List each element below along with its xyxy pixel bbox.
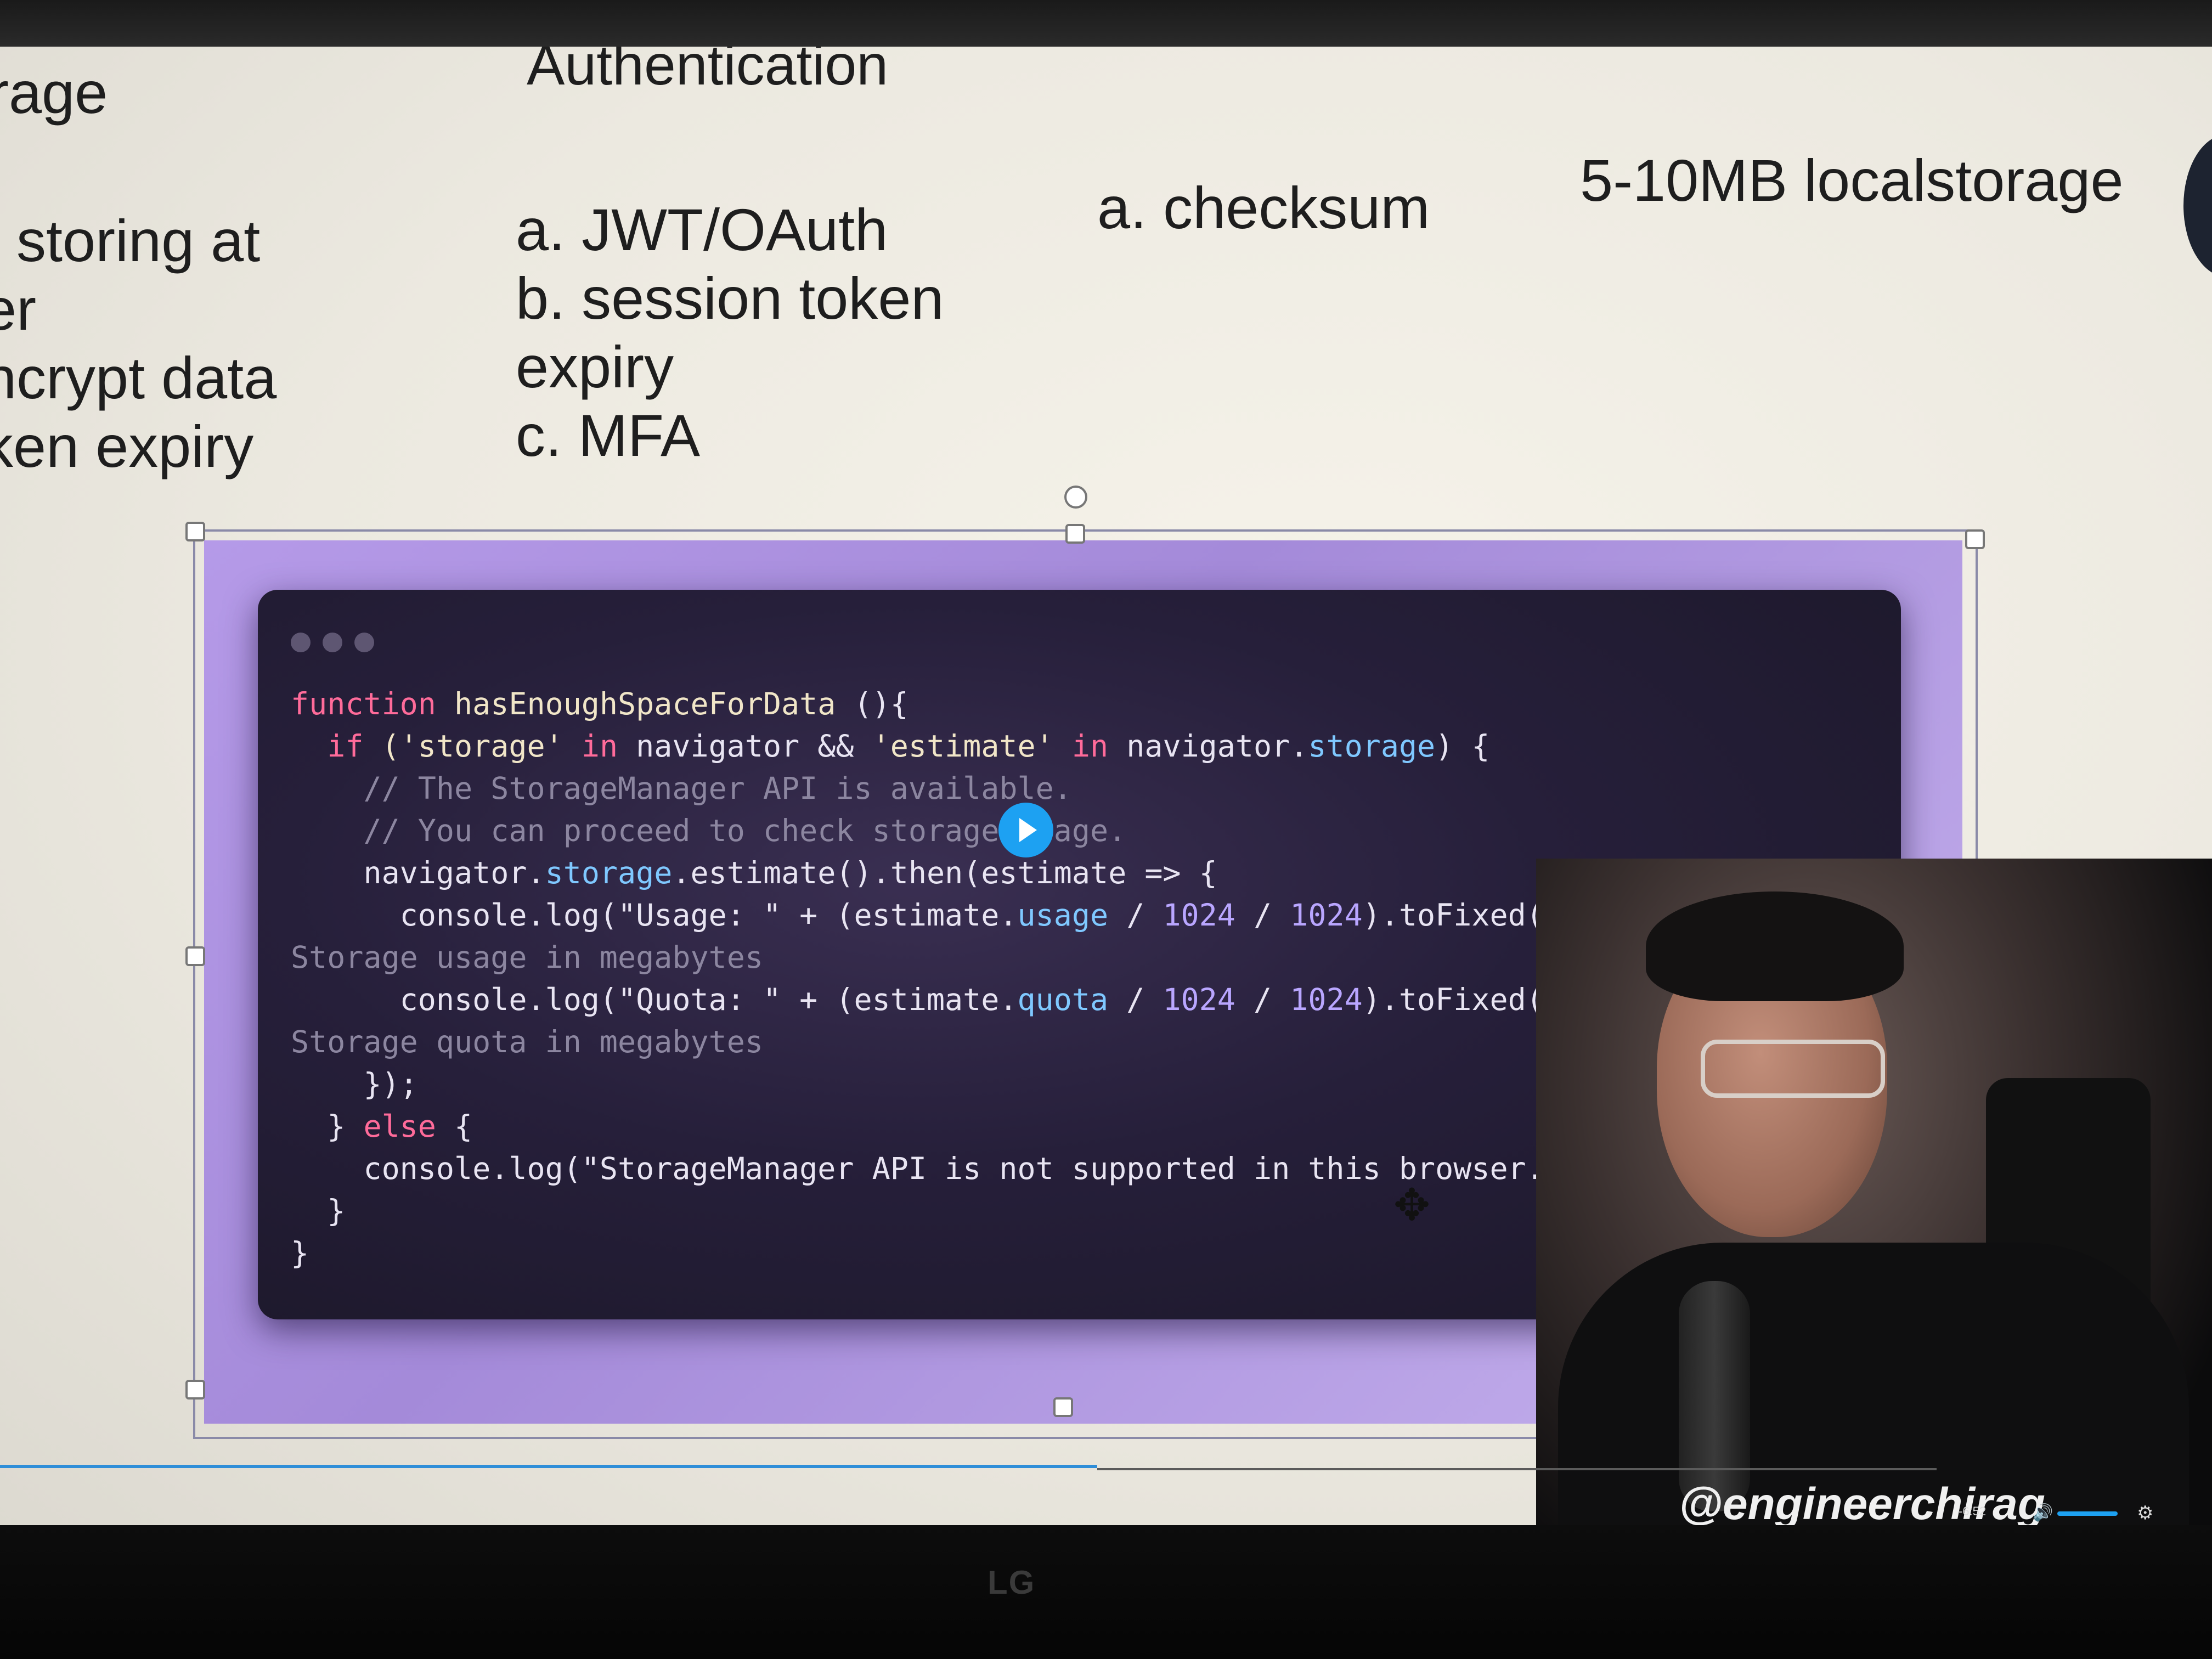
slide-col2-title: Authentication	[527, 47, 889, 97]
window-dot	[354, 633, 374, 652]
monitor-brand-logo: LG	[988, 1564, 1036, 1601]
monitor-bezel-bottom	[0, 1525, 2212, 1659]
play-icon[interactable]	[998, 803, 1053, 857]
slide-progress-bar	[0, 1465, 1097, 1468]
slide-col2-line: b. session token	[516, 265, 944, 331]
slide-col3-line: a. checksum	[1097, 174, 1430, 241]
slide-col1-title: rage	[0, 59, 108, 126]
video-time-remaining: -6:52	[1959, 1504, 1987, 1518]
volume-slider[interactable]	[2057, 1511, 2118, 1516]
move-cursor-icon: ✥	[1393, 1181, 1431, 1229]
resize-handle-bl[interactable]	[185, 1380, 205, 1400]
slide-col1-line: / storing at	[0, 207, 261, 274]
slide-col4-line: 5-10MB localstorage	[1580, 147, 2124, 213]
presenter-handle: @engineerchirag	[1679, 1479, 2045, 1529]
presenter-video	[1536, 859, 2212, 1544]
resize-handle-bottom[interactable]	[1053, 1397, 1073, 1417]
slide-nav-button[interactable]	[2183, 134, 2212, 277]
slide-col2-line: c. MFA	[516, 402, 701, 469]
video-progress-bar[interactable]	[1097, 1468, 1937, 1470]
window-dot	[291, 633, 311, 652]
resize-handle-top[interactable]	[1065, 524, 1085, 544]
slide-col1-line: er	[0, 276, 37, 342]
presenter-glasses	[1701, 1040, 1885, 1098]
resize-handle-tr[interactable]	[1965, 529, 1985, 549]
resize-handle-left[interactable]	[185, 946, 205, 966]
monitor-bezel-top	[0, 0, 2212, 49]
resize-handle-tl[interactable]	[185, 522, 205, 541]
volume-icon[interactable]: 🔊	[2033, 1503, 2053, 1522]
code-line: if ('storage' in navigator && 'estimate'…	[291, 729, 1490, 764]
code-line: function hasEnoughSpaceForData (){	[291, 686, 909, 721]
slide-col2-line: expiry	[516, 334, 674, 400]
slide-col1-line: ncrypt data	[0, 345, 277, 411]
gear-icon[interactable]: ⚙	[2137, 1502, 2153, 1524]
screen: rage / storing at er ncrypt data ken exp…	[0, 47, 2212, 1544]
presenter-hair	[1646, 891, 1904, 1001]
slide-col1-line: ken expiry	[0, 413, 254, 479]
slide-col2-line: a. JWT/OAuth	[516, 196, 888, 263]
window-dot	[323, 633, 342, 652]
microphone	[1679, 1281, 1750, 1511]
rotate-handle[interactable]	[1064, 486, 1087, 509]
